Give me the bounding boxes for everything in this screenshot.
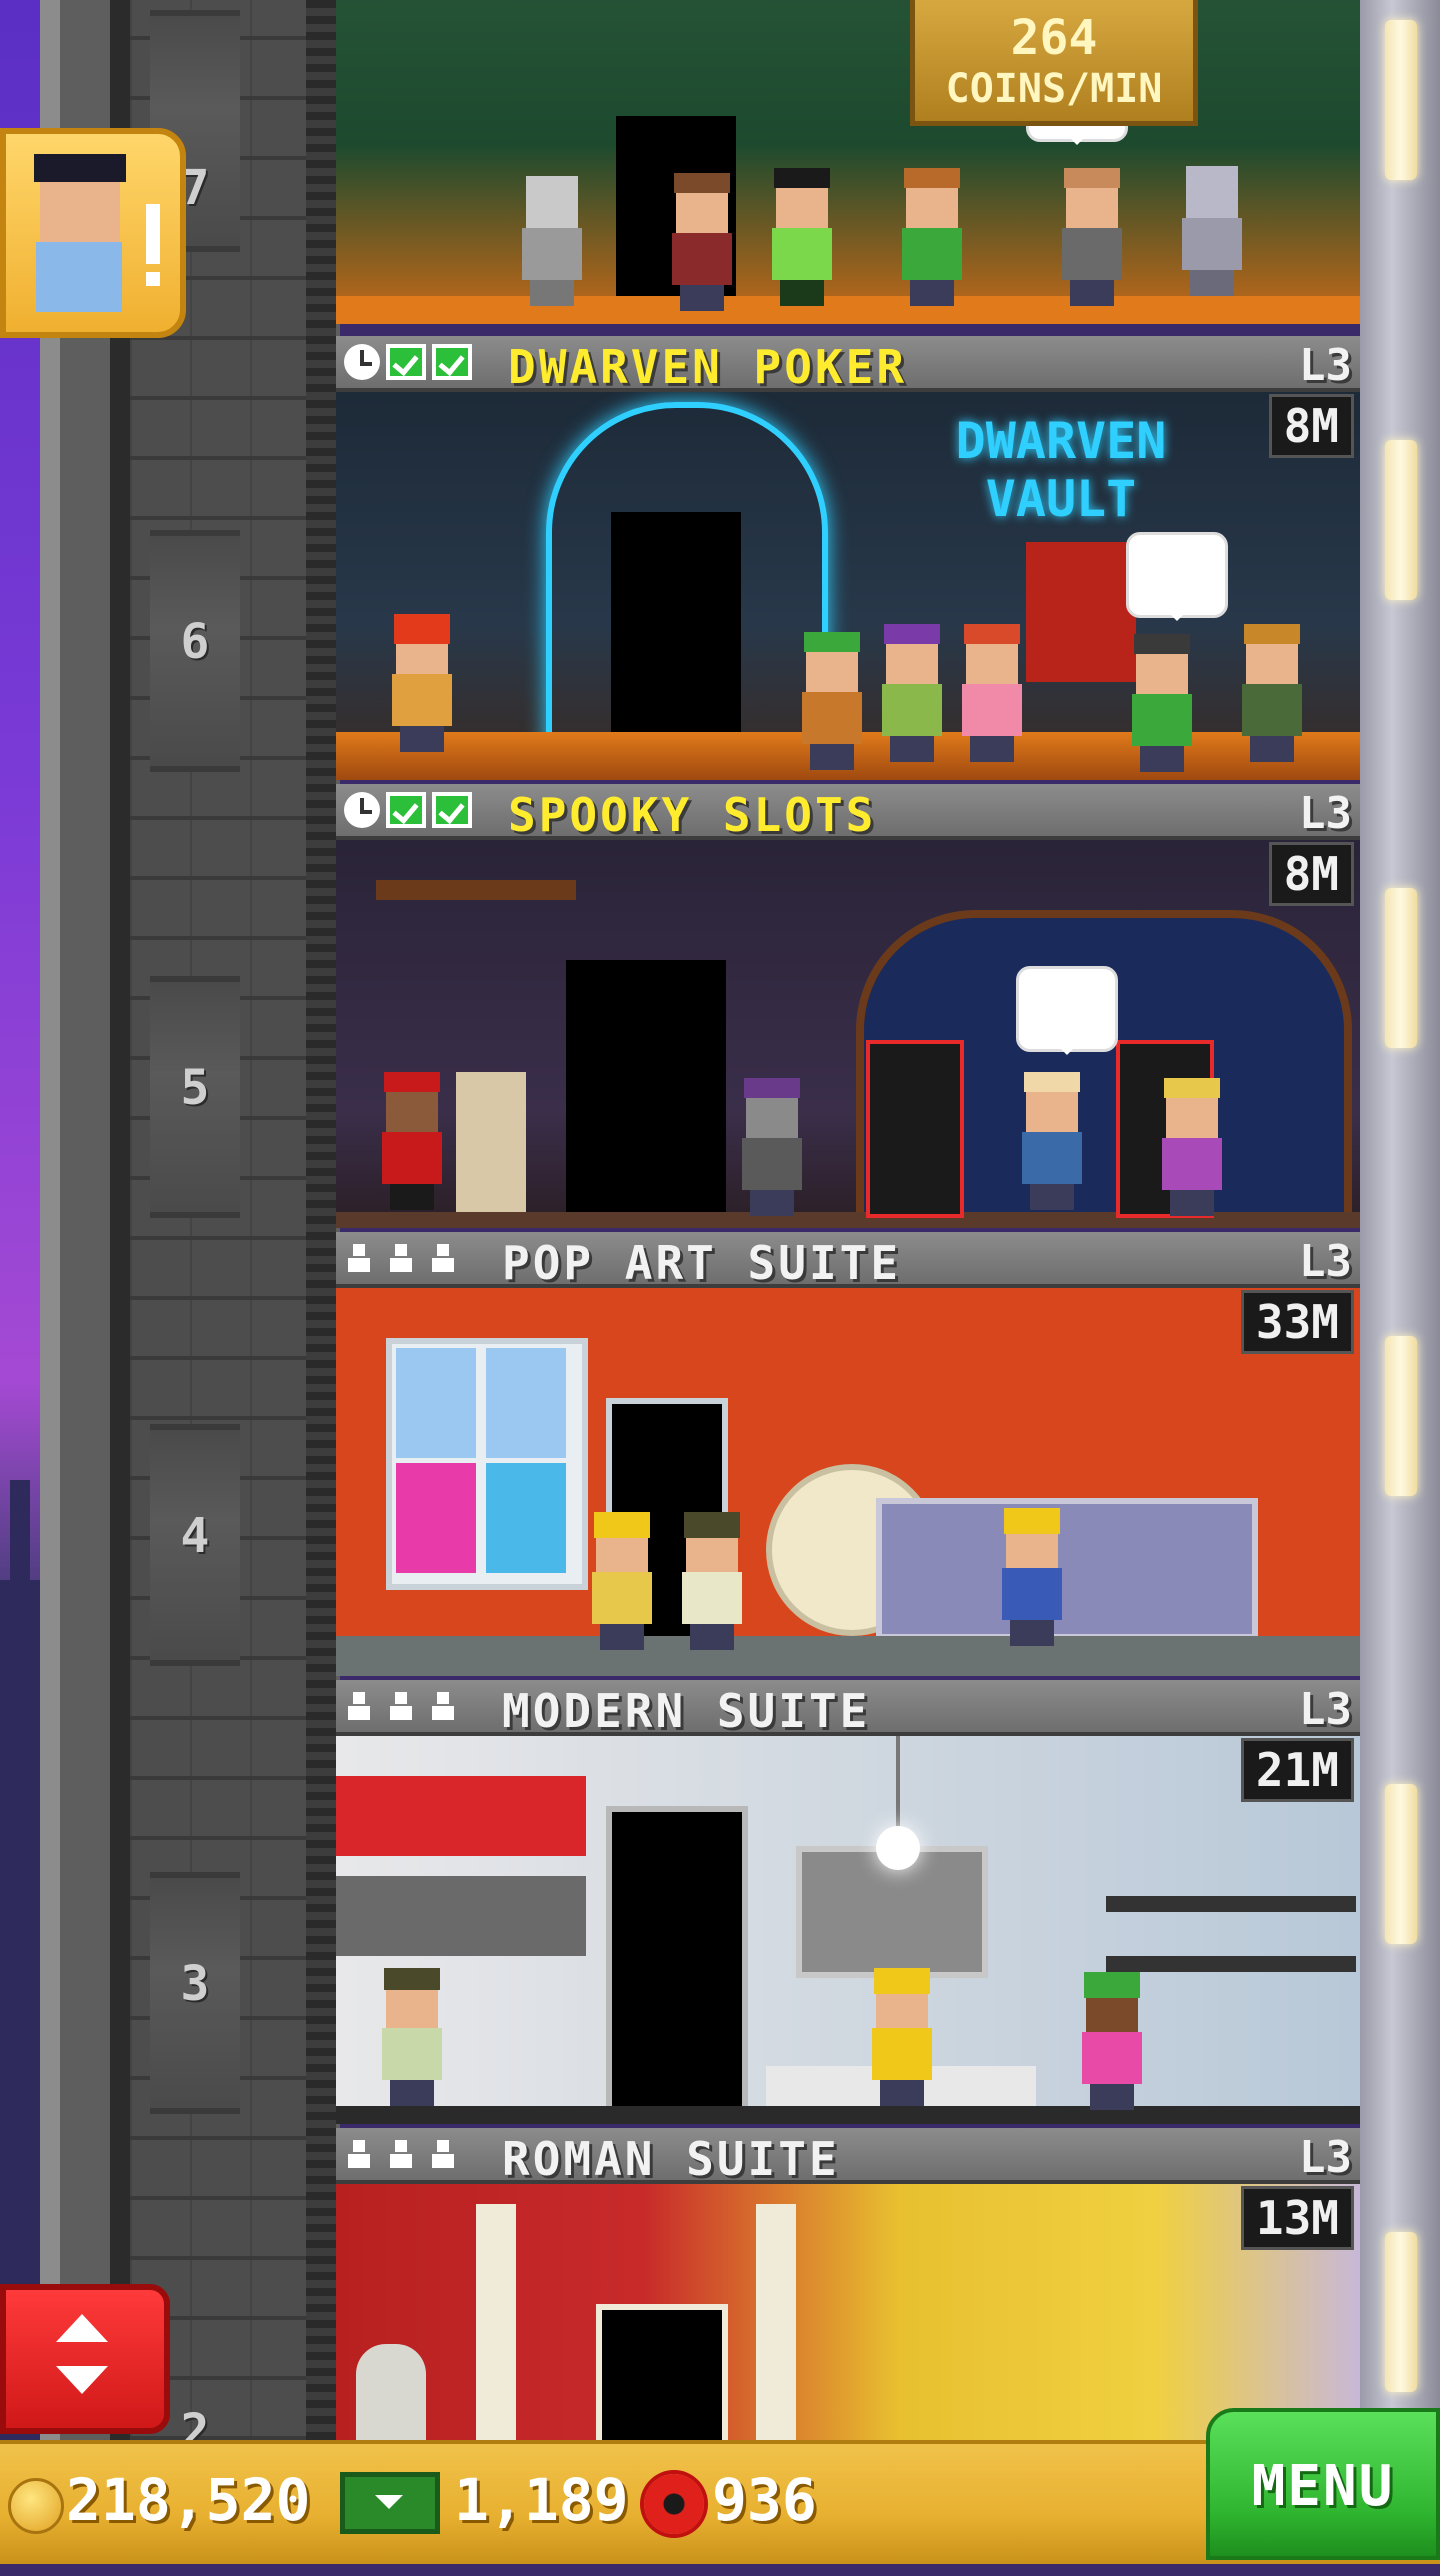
floor-level: L3 [1299, 788, 1352, 839]
check-icon [386, 344, 426, 380]
floor-header: DWARVEN POKER L3 [336, 336, 1360, 394]
floor-title: SPOOKY SLOTS [508, 788, 877, 842]
gems-count: 936 [712, 2466, 817, 2534]
person-icon [428, 1688, 458, 1724]
floor-dwarven-poker[interactable]: DWARVEN POKER L3 DWARVEN VAULT 8M [336, 336, 1360, 784]
floor-title: POP ART SUITE [502, 1236, 902, 1290]
floor-spooky-slots[interactable]: SPOOKY SLOTS L3 8M [336, 784, 1360, 1232]
floor-header: ROMAN SUITE L3 [336, 2128, 1360, 2186]
floor-level: L3 [1299, 1236, 1352, 1287]
stock-badge: 21M [1240, 1738, 1354, 1802]
floor-number-4: 4 [180, 1508, 210, 1564]
floor-header: MODERN SUITE L3 [336, 1680, 1360, 1738]
person-icon [344, 1688, 374, 1724]
floor-number-5: 5 [180, 1060, 210, 1116]
person-icon [344, 1240, 374, 1276]
building-facade [1360, 0, 1440, 2440]
coins-count: 218,520 [66, 2466, 311, 2534]
floor-pop-art-suite[interactable]: POP ART SUITE L3 33M [336, 1232, 1360, 1680]
floor-title: ROMAN SUITE [502, 2132, 840, 2186]
coins-per-minute-badge: 264 COINS/MIN [910, 0, 1198, 126]
coin-icon [8, 2478, 64, 2534]
menu-button[interactable]: MENU [1206, 2408, 1440, 2560]
speech-bubble [1016, 966, 1118, 1055]
floor-number-3: 3 [180, 1956, 210, 2012]
elevator-scroll-button[interactable] [0, 2284, 170, 2434]
person-icon [386, 2136, 416, 2172]
stock-badge: 13M [1240, 2186, 1354, 2250]
floor-top-casino[interactable]: 264 COINS/MIN [336, 0, 1360, 324]
arrow-down-icon [56, 2366, 108, 2394]
person-icon [428, 2136, 458, 2172]
floor-number-6: 6 [180, 614, 210, 670]
person-icon [344, 2136, 374, 2172]
stock-badge: 8M [1268, 842, 1354, 906]
floor-header: SPOOKY SLOTS L3 [336, 784, 1360, 842]
person-icon [428, 1240, 458, 1276]
bux-count: 1,189 [454, 2466, 629, 2534]
arrow-up-icon [56, 2314, 108, 2342]
floor-level: L3 [1299, 340, 1352, 391]
clock-icon [344, 792, 380, 828]
speech-bubble [1126, 532, 1228, 621]
vault-sign: DWARVEN VAULT [955, 412, 1167, 528]
floor-title: DWARVEN POKER [508, 340, 908, 394]
check-icon [386, 792, 426, 828]
elevator-rail [306, 0, 336, 2440]
gem-icon [644, 2474, 704, 2534]
check-icon [432, 792, 472, 828]
floor-header: POP ART SUITE L3 [336, 1232, 1360, 1290]
alert-icon [146, 204, 160, 264]
person-icon [386, 1688, 416, 1724]
person-icon [386, 1240, 416, 1276]
clock-icon [344, 344, 380, 380]
check-icon [432, 344, 472, 380]
stock-badge: 8M [1268, 394, 1354, 458]
floor-title: MODERN SUITE [502, 1684, 871, 1738]
vip-visitor-button[interactable] [0, 128, 186, 338]
floor-modern-suite[interactable]: MODERN SUITE L3 21M [336, 1680, 1360, 2128]
floor-level: L3 [1299, 1684, 1352, 1735]
floor-level: L3 [1299, 2132, 1352, 2183]
tower-bux-icon [340, 2472, 440, 2534]
stock-badge: 33M [1240, 1290, 1354, 1354]
